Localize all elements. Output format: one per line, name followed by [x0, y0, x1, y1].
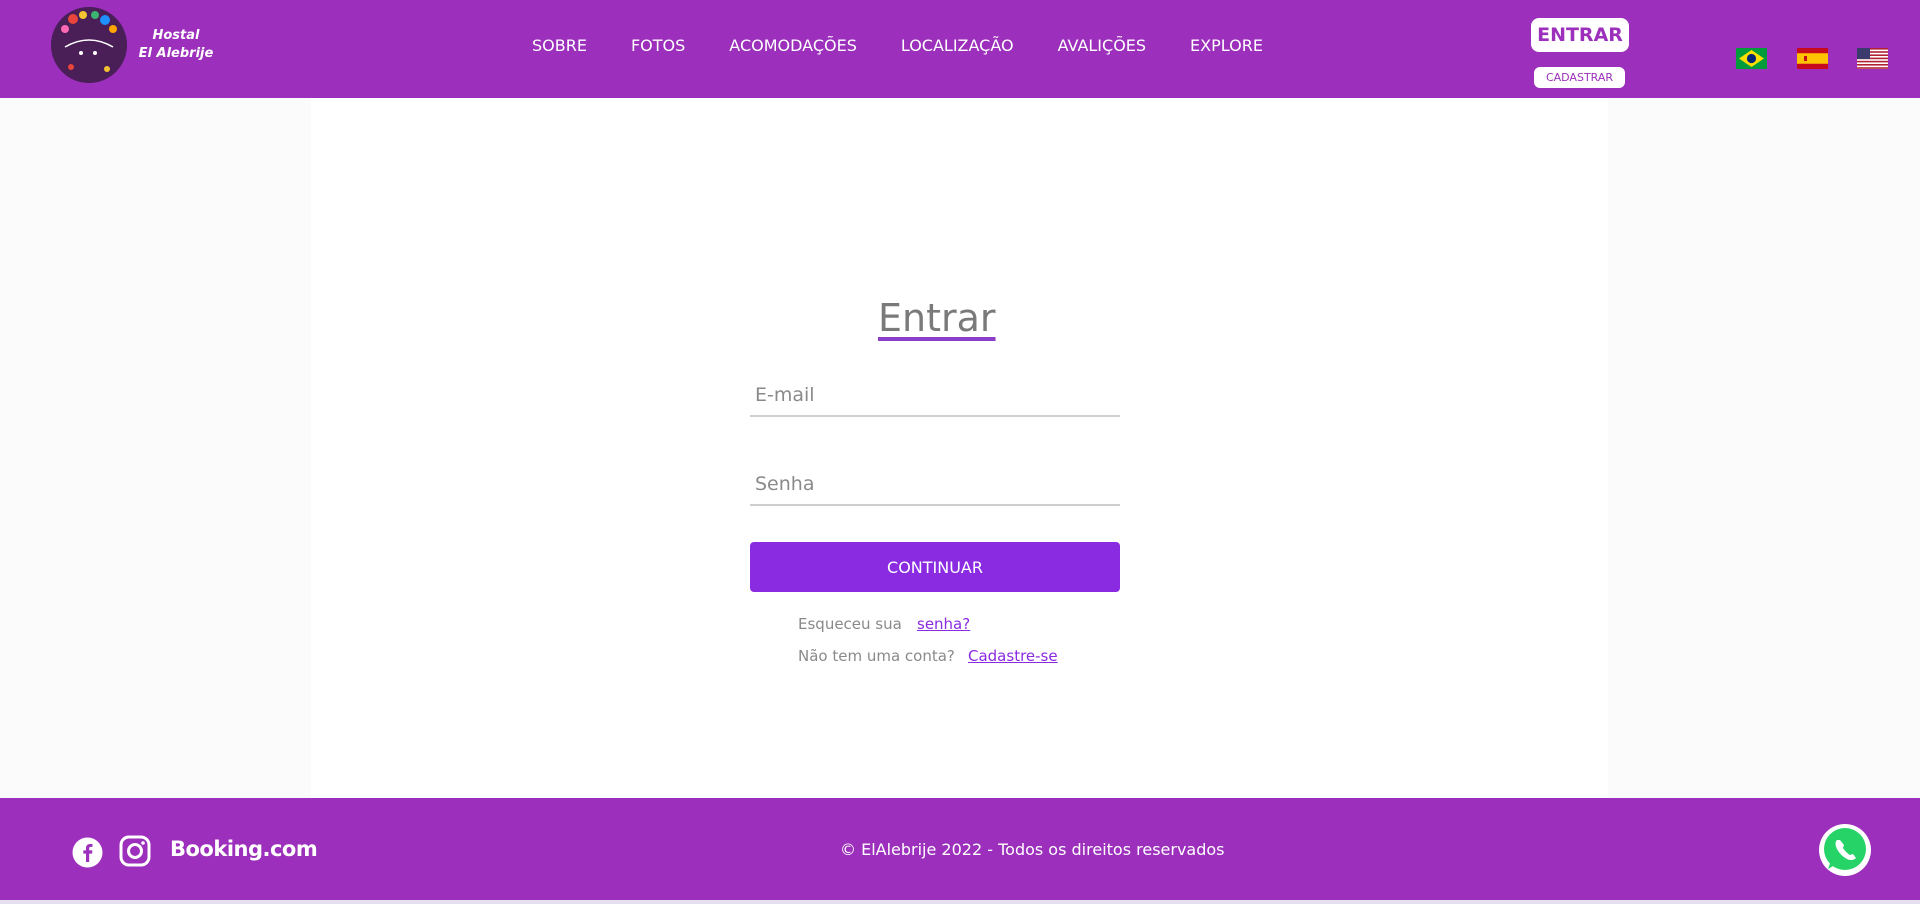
nav-localizacao[interactable]: LOCALIZAÇÃO	[901, 36, 1014, 55]
signup-link[interactable]: Cadastre-se	[968, 647, 1058, 665]
continue-button[interactable]: CONTINUAR	[750, 542, 1120, 592]
header-login-button[interactable]: ENTRAR	[1531, 18, 1629, 52]
nav-acomodacoes[interactable]: ACOMODAÇÕES	[729, 36, 857, 55]
nav-fotos[interactable]: FOTOS	[631, 36, 685, 55]
nav-avaliacoes[interactable]: AVALIÇÕES	[1058, 36, 1146, 55]
footer-divider	[0, 900, 1920, 904]
nav-explore[interactable]: EXPLORE	[1190, 36, 1263, 55]
password-field[interactable]	[750, 464, 1120, 506]
usa-flag-icon[interactable]	[1857, 48, 1888, 69]
email-field[interactable]	[750, 375, 1120, 417]
brand-line-1: Hostal	[152, 28, 200, 43]
instagram-icon[interactable]	[119, 835, 151, 867]
login-title: Entrar	[878, 296, 996, 340]
forgot-password-link[interactable]: senha?	[917, 615, 970, 633]
facebook-icon[interactable]	[72, 837, 103, 868]
brand-line-2: El Alebrije	[138, 46, 214, 61]
main-nav: SOBRE FOTOS ACOMODAÇÕES LOCALIZAÇÃO AVAL…	[532, 36, 1307, 55]
booking-link[interactable]: Booking.com	[170, 837, 318, 861]
main-content	[0, 98, 1920, 798]
nav-sobre[interactable]: SOBRE	[532, 36, 587, 55]
header-signup-button[interactable]: CADASTRAR	[1534, 67, 1625, 88]
hostal-logo[interactable]	[51, 7, 127, 83]
brazil-flag-icon[interactable]	[1736, 48, 1767, 69]
whatsapp-icon[interactable]	[1818, 823, 1872, 877]
spain-flag-icon[interactable]	[1797, 48, 1828, 69]
brand-name: Hostal El Alebrije	[138, 27, 214, 63]
login-panel	[311, 98, 1608, 798]
no-account-text: Não tem uma conta?	[798, 647, 955, 665]
copyright-text: © ElAlebrije 2022 - Todos os direitos re…	[840, 840, 1225, 859]
top-header: Hostal El Alebrije SOBRE FOTOS ACOMODAÇÕ…	[0, 0, 1920, 98]
forgot-password-text: Esqueceu sua	[798, 615, 902, 633]
